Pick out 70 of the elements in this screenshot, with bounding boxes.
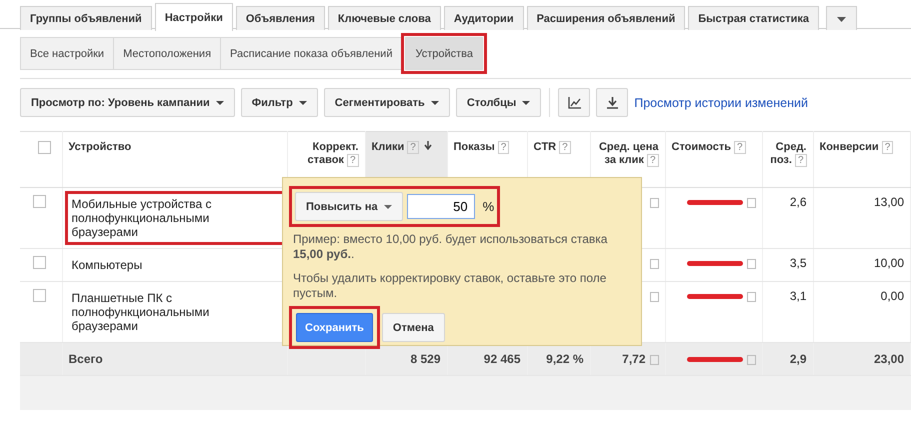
caret-icon: [216, 100, 224, 104]
table-cell: 10,00: [874, 256, 904, 270]
cancel-button[interactable]: Отмена: [382, 313, 445, 342]
change-history-link[interactable]: Просмотр истории изменений: [634, 96, 808, 110]
help-icon[interactable]: ?: [646, 154, 658, 167]
tab[interactable]: Быстрая статистика: [688, 6, 820, 30]
caret-icon: [522, 100, 530, 104]
device-name: Планшетные ПК с полнофункциональными браузерами: [70, 290, 210, 335]
caret-icon: [430, 100, 439, 104]
table-cell: 7,72: [622, 352, 646, 366]
caret-icon: [298, 100, 307, 104]
download-icon: [606, 96, 618, 108]
info-icon: [650, 292, 658, 302]
table-cell: 9,22 %: [546, 352, 584, 366]
select-all-checkbox[interactable]: [38, 141, 51, 154]
table-cell: 92 465: [484, 352, 520, 366]
column-header[interactable]: Сред. поз. ?: [762, 132, 813, 188]
subtab[interactable]: Расписание показа объявлений: [220, 37, 402, 70]
percent-input[interactable]: 50: [406, 194, 475, 219]
hint-text: Чтобы удалить корректировку ставок, оставьте это поле пустым.: [293, 271, 608, 301]
chart-button[interactable]: [558, 88, 590, 117]
table-cell: 3,5: [790, 256, 806, 270]
sort-arrow-icon: [424, 141, 432, 150]
table-cell: 2,9: [790, 352, 806, 366]
table-cell: 0,00: [880, 289, 904, 303]
caret-icon: [837, 16, 846, 22]
total-label: Всего: [68, 352, 103, 366]
help-icon[interactable]: ?: [882, 141, 894, 154]
help-icon[interactable]: ?: [346, 154, 358, 167]
dropdown-button[interactable]: Столбцы: [456, 88, 542, 117]
tab[interactable]: Расширения объявлений: [526, 6, 686, 30]
table-cell: 13,00: [874, 195, 904, 209]
info-icon: [746, 292, 756, 302]
table-cell: 23,00: [874, 352, 904, 366]
device-name: Компьютеры: [70, 257, 144, 274]
help-icon[interactable]: ?: [734, 141, 746, 154]
info-icon: [650, 258, 658, 269]
table-cell: 2,6: [790, 195, 806, 209]
info-icon: [746, 258, 756, 269]
info-icon: [746, 198, 756, 208]
line-chart-icon: [568, 96, 581, 108]
row-checkbox[interactable]: [33, 195, 46, 208]
percent-unit: %: [482, 199, 494, 214]
dropdown-button[interactable]: Сегментировать: [324, 88, 450, 117]
help-icon[interactable]: ?: [559, 141, 571, 154]
table-cell: 8 529: [410, 352, 440, 366]
row-checkbox[interactable]: [33, 256, 46, 269]
adjustment-dropdown[interactable]: Повысить на: [295, 192, 403, 221]
row-checkbox[interactable]: [33, 289, 46, 302]
tab[interactable]: Ключевые слова: [328, 6, 441, 30]
download-button[interactable]: [596, 88, 628, 117]
tab[interactable]: Настройки: [154, 3, 233, 31]
help-icon[interactable]: ?: [498, 141, 510, 154]
dropdown-button[interactable]: Фильтр: [240, 88, 318, 117]
example-text: Пример: вместо 10,00 руб. будет использоваться ставка 15,00 руб..: [293, 232, 608, 262]
table-cell: 3,1: [790, 289, 806, 303]
tab[interactable]: Объявления: [236, 6, 325, 30]
column-header[interactable]: Конверсии ?: [813, 132, 910, 188]
help-icon[interactable]: ?: [794, 154, 806, 167]
tab[interactable]: Группы объявлений: [20, 6, 152, 30]
dropdown-button[interactable]: Просмотр по: Уровень кампании: [20, 88, 235, 117]
caret-icon: [384, 204, 392, 208]
subtab[interactable]: Все настройки: [20, 37, 114, 70]
info-icon: [650, 198, 658, 208]
info-icon: [650, 354, 658, 365]
column-header[interactable]: Стоимость ?: [665, 132, 762, 188]
tab[interactable]: Аудитории: [444, 6, 524, 30]
more-tabs-button[interactable]: [826, 6, 858, 30]
info-icon: [746, 354, 756, 365]
subtab[interactable]: Местоположения: [113, 37, 222, 70]
